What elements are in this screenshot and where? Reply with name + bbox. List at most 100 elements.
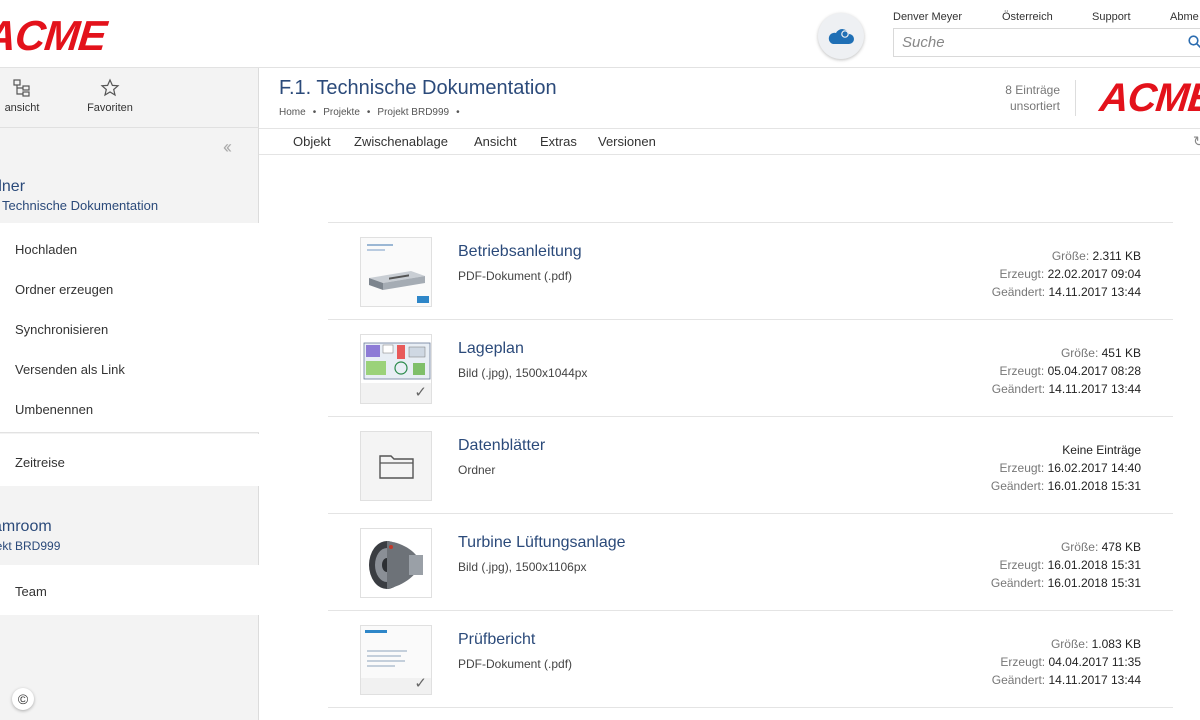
- meta-modified-value: 14.11.2017 13:44: [1048, 673, 1141, 687]
- menu-view[interactable]: Ansicht: [474, 134, 517, 149]
- file-meta: Größe: 478 KB Erzeugt: 16.01.2018 15:31 …: [991, 538, 1141, 592]
- meta-modified-label: Geändert:: [990, 576, 1045, 590]
- meta-modified-value: 16.01.2018 15:31: [1047, 576, 1141, 590]
- file-meta: Größe: 1.083 KB Erzeugt: 04.04.2017 11:3…: [992, 635, 1141, 689]
- file-meta: Größe: 451 KB Erzeugt: 05.04.2017 08:28 …: [992, 344, 1141, 398]
- country-link[interactable]: Österreich: [1002, 11, 1053, 23]
- timetravel-action[interactable]: Zeitreise: [15, 455, 65, 470]
- menu-versions[interactable]: Versionen: [598, 134, 656, 149]
- meta-created-value: 22.02.2017 09:04: [1047, 267, 1141, 281]
- user-menu-link[interactable]: Denver Meyer: [893, 11, 962, 23]
- list-item[interactable]: Turbine Lüftungsanlage Bild (.jpg), 1500…: [328, 514, 1173, 611]
- pdf-document-thumbnail-icon: [361, 238, 431, 306]
- meta-created-value: 16.02.2017 14:40: [1047, 461, 1141, 475]
- check-icon: ✓: [414, 675, 427, 692]
- breadcrumb: Home • Projekte • Projekt BRD999 •: [279, 107, 467, 118]
- list-item[interactable]: Datenblätter Ordner Keine Einträge Erzeu…: [328, 417, 1173, 514]
- file-name-link[interactable]: Prüfbericht: [458, 631, 535, 649]
- file-type: Ordner: [458, 463, 496, 477]
- file-type: Bild (.jpg), 1500x1106px: [458, 560, 587, 574]
- tree-view-icon: [13, 79, 30, 97]
- acme-logo-header: ACME: [1097, 76, 1200, 120]
- pdf-thumbnail[interactable]: [360, 237, 432, 307]
- file-meta: Größe: 2.311 KB Erzeugt: 22.02.2017 09:0…: [992, 247, 1141, 301]
- teamroom-section-title: amroom: [0, 518, 52, 535]
- meta-size-label: Größe:: [1050, 637, 1089, 651]
- breadcrumb-separator: •: [366, 107, 371, 118]
- menu-extras[interactable]: Extras: [540, 134, 577, 149]
- entries-info[interactable]: 8 Einträge unsortiert: [990, 82, 1060, 114]
- acme-logo[interactable]: ACME: [0, 12, 108, 60]
- list-item[interactable]: Betriebsanleitung PDF-Dokument (.pdf) Gr…: [328, 223, 1173, 320]
- meta-created-label: Erzeugt:: [999, 267, 1045, 281]
- breadcrumb-separator: •: [456, 107, 460, 118]
- header-divider: [1075, 80, 1076, 116]
- file-name-link[interactable]: Datenblätter: [458, 437, 545, 455]
- breadcrumb-home[interactable]: Home: [279, 107, 306, 118]
- file-name-link[interactable]: Betriebsanleitung: [458, 243, 582, 261]
- page-title: F.1. Technische Dokumentation: [279, 77, 557, 99]
- meta-modified-label: Geändert:: [991, 382, 1046, 396]
- check-icon: ✓: [414, 384, 427, 401]
- meta-modified-value: 16.01.2018 15:31: [1047, 479, 1141, 493]
- meta-created-label: Erzeugt:: [999, 364, 1045, 378]
- synchronize-action[interactable]: Synchronisieren: [15, 322, 108, 337]
- menu-object[interactable]: Objekt: [293, 134, 331, 149]
- entries-count: 8 Einträge: [1005, 83, 1060, 97]
- logout-link[interactable]: Abme: [1170, 11, 1199, 23]
- meta-modified-label: Geändert:: [991, 285, 1046, 299]
- search-input[interactable]: [894, 29, 1200, 56]
- meta-size-value: 1.083 KB: [1091, 637, 1141, 651]
- team-panel: Team: [0, 565, 259, 615]
- meta-entries-value: Keine Einträge: [1062, 443, 1141, 457]
- file-list: Betriebsanleitung PDF-Dokument (.pdf) Gr…: [328, 222, 1173, 708]
- meta-modified-label: Geändert:: [990, 479, 1045, 493]
- cloud-sync-button[interactable]: [818, 13, 864, 59]
- folder-icon: [379, 455, 414, 479]
- file-type: PDF-Dokument (.pdf): [458, 269, 573, 283]
- pdf-thumbnail[interactable]: ✓: [360, 625, 432, 695]
- breadcrumb-project[interactable]: Projekt BRD999: [377, 107, 449, 118]
- image-thumbnail[interactable]: [360, 528, 432, 598]
- cloud-user-icon: [828, 29, 854, 44]
- search-box: [893, 28, 1200, 57]
- tab-tree-view-label: ansicht: [4, 102, 40, 114]
- folder-section-title: dner: [0, 178, 26, 195]
- list-item[interactable]: ✓ Lageplan Bild (.jpg), 1500x1044px Größ…: [328, 320, 1173, 417]
- tab-favorites[interactable]: Favoriten: [80, 78, 140, 114]
- collapse-sidebar-icon[interactable]: ‹‹: [223, 137, 232, 158]
- send-as-link-action[interactable]: Versenden als Link: [15, 362, 125, 377]
- team-action[interactable]: Team: [15, 584, 47, 599]
- upload-action[interactable]: Hochladen: [15, 242, 77, 257]
- search-icon[interactable]: [1188, 35, 1200, 49]
- create-folder-action[interactable]: Ordner erzeugen: [15, 282, 113, 297]
- file-name-link[interactable]: Turbine Lüftungsanlage: [458, 534, 626, 552]
- file-name-link[interactable]: Lageplan: [458, 340, 524, 358]
- tab-tree-view[interactable]: ansicht: [0, 78, 52, 114]
- current-folder-link[interactable]: Technische Dokumentation: [2, 198, 158, 213]
- meta-created-label: Erzeugt:: [999, 558, 1045, 572]
- meta-size-label: Größe:: [1060, 540, 1099, 554]
- sidebar-tabs: ansicht Favoriten: [0, 68, 259, 128]
- meta-created-value: 16.01.2018 15:31: [1047, 558, 1141, 572]
- menu-clipboard[interactable]: Zwischenablage: [354, 134, 448, 149]
- teamroom-project-link[interactable]: jekt BRD999: [0, 539, 60, 553]
- folder-thumbnail[interactable]: [360, 431, 432, 501]
- meta-modified-label: Geändert:: [991, 673, 1046, 687]
- sidebar: ansicht Favoriten ‹‹ dner Technische Dok…: [0, 68, 259, 720]
- meta-created-label: Erzeugt:: [1000, 655, 1046, 669]
- image-thumbnail[interactable]: ✓: [360, 334, 432, 404]
- meta-size-label: Größe:: [1060, 346, 1099, 360]
- meta-size-value: 2.311 KB: [1092, 249, 1141, 263]
- list-item[interactable]: ✓ Prüfbericht PDF-Dokument (.pdf) Größe:…: [328, 611, 1173, 708]
- menu-bar: Objekt Zwischenablage Ansicht Extras Ver…: [259, 128, 1200, 155]
- rename-action[interactable]: Umbenennen: [15, 402, 93, 417]
- breadcrumb-projects[interactable]: Projekte: [323, 107, 360, 118]
- meta-size-value: 451 KB: [1101, 346, 1141, 360]
- support-link[interactable]: Support: [1092, 11, 1131, 23]
- breadcrumb-separator: •: [312, 107, 317, 118]
- meta-created-label: Erzeugt:: [999, 461, 1045, 475]
- copyright-badge: ©: [12, 688, 34, 710]
- refresh-icon[interactable]: ↻: [1193, 133, 1200, 150]
- meta-created-value: 05.04.2017 08:28: [1047, 364, 1141, 378]
